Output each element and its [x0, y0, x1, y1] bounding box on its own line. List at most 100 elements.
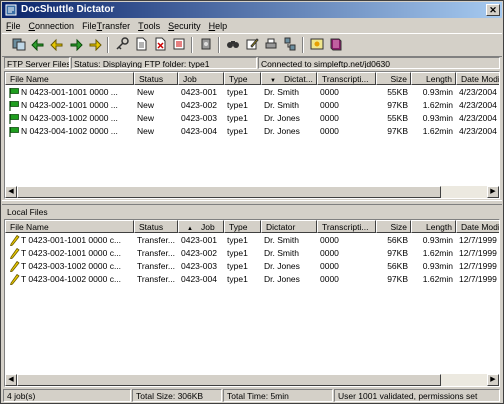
table-row[interactable]: T 0423-001-1001 0000 c... Transfer... 0423…: [5, 234, 499, 247]
col-job[interactable]: ▲ Job: [178, 220, 224, 233]
ftp-list-header: File Name Status Job Type ▼ Dictat... Tra…: [5, 72, 499, 85]
col-length[interactable]: Length: [411, 220, 456, 233]
cell-type: type1: [227, 126, 248, 136]
toolbar-separator: [191, 37, 193, 53]
scroll-left-icon[interactable]: ◀: [5, 186, 17, 198]
table-row[interactable]: T 0423-003-1002 0000 c... Transfer... 0423…: [5, 260, 499, 273]
ftp-horizontal-scrollbar[interactable]: ◀ ▶: [5, 186, 499, 198]
notify-button[interactable]: [308, 36, 326, 54]
cell-status: New: [137, 100, 155, 110]
table-row[interactable]: T 0423-002-1001 0000 c... Transfer... 0423…: [5, 247, 499, 260]
cell-length: 1.62min: [422, 100, 453, 110]
col-transcription[interactable]: Transcripti...: [317, 72, 376, 85]
ftp-file-flag-icon: [8, 113, 20, 125]
sync-button[interactable]: [281, 36, 299, 54]
scroll-thumb[interactable]: [17, 374, 441, 386]
col-length[interactable]: Length: [411, 72, 456, 85]
col-dictator[interactable]: ▼ Dictat...: [261, 72, 317, 85]
cell-size: 97KB: [387, 274, 408, 284]
col-file-name[interactable]: File Name: [5, 72, 134, 85]
cell-dictator: Dr. Smith: [264, 248, 299, 258]
menu-item-1[interactable]: Connection: [25, 19, 79, 32]
cell-date: 4/23/2004 4: [459, 113, 500, 123]
toolbar-separator: [218, 37, 220, 53]
col-date[interactable]: Date Modifie: [456, 220, 499, 233]
title-bar[interactable]: DocShuttle Dictator ✕: [2, 2, 502, 18]
cell-status: New: [137, 87, 155, 97]
local-file-pen-icon: [8, 248, 20, 260]
cell-status: Transfer...: [137, 235, 175, 245]
refresh-button[interactable]: [197, 36, 215, 54]
cell-trans: 0000: [320, 100, 339, 110]
col-type[interactable]: Type: [224, 72, 261, 85]
cell-status: Transfer...: [137, 261, 175, 271]
edit-button[interactable]: [243, 36, 261, 54]
find-button[interactable]: [224, 36, 242, 54]
cell-file: N 0423-002-1001 0000 ...: [5, 99, 134, 112]
col-transcription[interactable]: Transcripti...: [317, 220, 376, 233]
file-name-text: N 0423-004-1002 0000 ...: [21, 126, 118, 136]
table-row[interactable]: N 0423-004-1002 0000 ... New 0423-004 type1…: [5, 125, 499, 138]
document-button[interactable]: [132, 36, 150, 54]
col-file-name[interactable]: File Name: [5, 220, 134, 233]
print-button[interactable]: [262, 36, 280, 54]
upload-button[interactable]: [67, 36, 85, 54]
cell-date: 4/23/2004 4: [459, 100, 500, 110]
menu-item-2[interactable]: File Transfer: [78, 19, 134, 32]
download-all-button[interactable]: [48, 36, 66, 54]
cell-size: 56KB: [387, 235, 408, 245]
cell-file: N 0423-004-1002 0000 ...: [5, 125, 134, 138]
upload-all-button[interactable]: [86, 36, 104, 54]
sync-icon: [283, 37, 297, 53]
table-row[interactable]: N 0423-002-1001 0000 ... New 0423-002 type1…: [5, 99, 499, 112]
local-horizontal-scrollbar[interactable]: ◀ ▶: [5, 374, 499, 386]
pane-splitter[interactable]: [2, 200, 502, 205]
col-dictator[interactable]: Dictator: [261, 220, 317, 233]
col-date[interactable]: Date Modifie: [456, 72, 499, 85]
upload-icon: [69, 37, 83, 53]
edit-icon: [245, 37, 259, 53]
menu-item-3[interactable]: Tools: [134, 19, 164, 32]
cell-type: type1: [227, 100, 248, 110]
menu-item-4[interactable]: Security: [164, 19, 205, 32]
col-type[interactable]: Type: [224, 220, 261, 233]
table-row[interactable]: T 0423-004-1002 0000 c... Transfer... 0423…: [5, 273, 499, 286]
cell-job: 0423-001: [181, 235, 217, 245]
scroll-thumb[interactable]: [17, 186, 441, 198]
file-name-text: N 0423-001-1001 0000 ...: [21, 87, 118, 97]
delete-button[interactable]: [151, 36, 169, 54]
col-job[interactable]: Job: [178, 72, 224, 85]
menu-item-5[interactable]: Help: [205, 19, 232, 32]
help-book-button[interactable]: [327, 36, 345, 54]
col-size[interactable]: Size: [376, 220, 411, 233]
scroll-right-icon[interactable]: ▶: [487, 186, 499, 198]
cell-size: 55KB: [387, 113, 408, 123]
download-button[interactable]: [29, 36, 47, 54]
cell-job: 0423-004: [181, 126, 217, 136]
cell-job: 0423-002: [181, 100, 217, 110]
cell-date: 12/7/1999 8: [459, 261, 500, 271]
cell-trans: 0000: [320, 113, 339, 123]
cell-file: T 0423-002-1001 0000 c...: [5, 247, 134, 260]
local-file-pen-icon: [8, 274, 20, 286]
col-status[interactable]: Status: [134, 220, 178, 233]
ftp-file-flag-icon: [8, 126, 20, 138]
notify-icon: [310, 37, 324, 53]
menu-item-0[interactable]: File: [2, 19, 25, 32]
col-status[interactable]: Status: [134, 72, 178, 85]
properties-button[interactable]: [170, 36, 188, 54]
cell-size: 55KB: [387, 87, 408, 97]
ftp-file-flag-icon: [8, 87, 20, 99]
sort-desc-icon: ▼: [270, 78, 276, 84]
key-button[interactable]: [113, 36, 131, 54]
table-row[interactable]: N 0423-001-1001 0000 ... New 0423-001 type1…: [5, 86, 499, 99]
col-size[interactable]: Size: [376, 72, 411, 85]
connect-button[interactable]: [10, 36, 28, 54]
app-window: DocShuttle Dictator ✕ File Connection File…: [0, 0, 504, 404]
scroll-right-icon[interactable]: ▶: [487, 374, 499, 386]
close-button[interactable]: ✕: [486, 4, 500, 16]
ftp-files-list[interactable]: File Name Status Job Type ▼ Dictat... Tra…: [4, 71, 500, 199]
local-files-list[interactable]: File Name Status ▲ Job Type Dictator Tran…: [4, 219, 500, 387]
table-row[interactable]: N 0423-003-1002 0000 ... New 0423-003 type1…: [5, 112, 499, 125]
scroll-left-icon[interactable]: ◀: [5, 374, 17, 386]
